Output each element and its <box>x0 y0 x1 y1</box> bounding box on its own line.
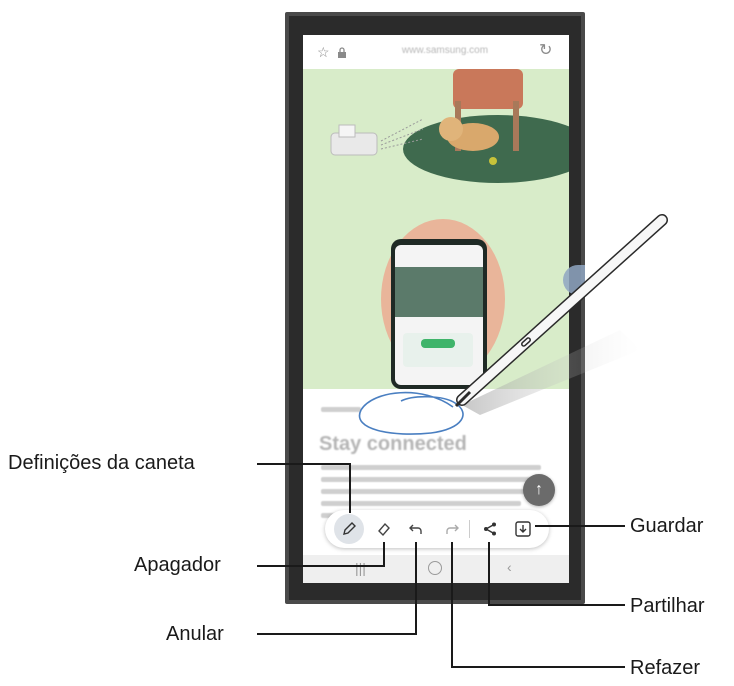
callout-line-share <box>488 604 625 606</box>
back-icon[interactable]: ‹ <box>507 559 512 575</box>
save-icon <box>515 521 531 537</box>
pen-icon <box>343 522 356 535</box>
callout-line-redo <box>451 666 625 668</box>
share-button[interactable] <box>479 518 501 540</box>
save-button[interactable] <box>512 518 534 540</box>
callout-pen-settings: Definições da caneta <box>8 452 195 474</box>
callout-line-save <box>535 525 625 527</box>
pen-settings-button[interactable] <box>334 514 364 544</box>
callout-undo: Anular <box>166 623 224 645</box>
callout-share: Partilhar <box>630 595 705 617</box>
callout-line-eraser-vertical <box>383 542 385 567</box>
s-pen-icon <box>454 214 668 415</box>
undo-icon <box>409 524 422 534</box>
redo-icon <box>446 524 459 534</box>
eraser-icon <box>378 522 390 537</box>
recents-icon[interactable]: ||| <box>355 560 366 576</box>
eraser-button[interactable] <box>373 518 395 540</box>
callout-line-pen-settings <box>257 463 349 465</box>
callout-line-undo-vertical <box>415 542 417 635</box>
callout-eraser: Apagador <box>134 554 221 576</box>
write-toolbar <box>325 510 549 548</box>
redo-button[interactable] <box>441 518 463 540</box>
callout-line-eraser <box>257 565 385 567</box>
callout-redo: Refazer <box>630 657 701 679</box>
undo-button[interactable] <box>405 518 427 540</box>
home-icon[interactable] <box>428 561 442 575</box>
callout-line-undo <box>257 633 417 635</box>
callout-line-redo-vertical <box>451 542 453 668</box>
share-icon <box>484 522 496 536</box>
callout-line-share-vertical <box>488 542 490 606</box>
navigation-bar: ||| ‹ <box>303 555 569 583</box>
callout-line-pen-settings-vertical <box>349 463 351 513</box>
scroll-up-button[interactable]: ↑ <box>523 474 555 506</box>
toolbar-divider <box>469 520 470 538</box>
callout-save: Guardar <box>630 515 704 537</box>
